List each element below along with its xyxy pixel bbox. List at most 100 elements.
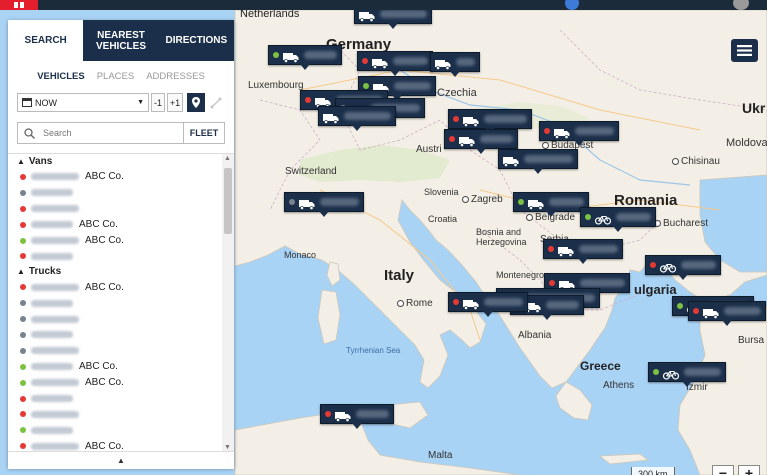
redacted-plate (31, 331, 73, 339)
status-dot (20, 347, 26, 354)
vehicle-marker[interactable] (320, 404, 394, 429)
vehicle-marker[interactable] (357, 51, 433, 76)
status-dot (549, 280, 555, 286)
status-dot (20, 253, 26, 260)
vehicle-row[interactable]: ABC Co. (8, 169, 234, 185)
vehicle-marker[interactable] (318, 106, 396, 131)
vehicle-row[interactable] (8, 391, 234, 407)
user-status-icon[interactable] (565, 0, 579, 10)
label-bulgaria: ulgaria (634, 282, 677, 297)
tab-nearest-vehicles[interactable]: NEAREST VEHICLES (83, 20, 158, 61)
status-dot (453, 299, 459, 305)
vehicle-row[interactable]: ABC Co. (8, 359, 234, 375)
vehicle-marker[interactable] (580, 207, 656, 232)
vehicle-marker[interactable] (498, 149, 578, 174)
subtab-vehicles[interactable]: VEHICLES (37, 71, 85, 82)
vehicle-company: ABC Co. (85, 171, 124, 183)
truck-icon (323, 111, 339, 124)
status-dot (653, 369, 659, 375)
vehicle-row[interactable] (8, 311, 234, 327)
time-minus-button[interactable]: -1 (151, 93, 165, 112)
redacted-plate (546, 301, 579, 309)
status-dot (544, 128, 550, 134)
label-switzerland: Switzerland (285, 166, 337, 177)
vehicle-list[interactable]: ▲ Vans ABC Co. ABC Co. ABC Co. ▲ Trucks ABC Co.… (8, 153, 234, 452)
label-austria: Austri (416, 144, 442, 155)
tab-directions[interactable]: DIRECTIONS (159, 20, 234, 61)
redacted-plate (484, 298, 523, 306)
truck-icon (463, 114, 479, 127)
tab-search[interactable]: SEARCH (8, 20, 84, 61)
vehicle-marker[interactable] (645, 255, 721, 280)
vehicle-row[interactable] (8, 248, 234, 264)
chevron-down-icon: ▼ (137, 99, 144, 106)
group-header[interactable]: ▲ Vans (8, 154, 234, 169)
truck-icon (315, 95, 331, 108)
bicycle-icon (659, 260, 677, 273)
vehicle-row[interactable] (8, 327, 234, 343)
route-button[interactable] (207, 93, 225, 112)
redacted-plate (31, 189, 73, 197)
time-plus-button[interactable]: +1 (167, 93, 183, 112)
vehicle-row[interactable] (8, 406, 234, 422)
vehicle-marker[interactable] (284, 192, 364, 217)
layers-button[interactable] (731, 39, 758, 62)
panel-tabs: SEARCH NEAREST VEHICLES DIRECTIONS (8, 20, 234, 61)
vehicle-marker[interactable] (448, 292, 528, 317)
collapse-triangle-icon: ▲ (17, 157, 25, 166)
group-name: Trucks (28, 266, 62, 278)
redacted-plate (31, 205, 79, 213)
vehicle-row[interactable] (8, 201, 234, 217)
label-moldova: Moldova (726, 137, 767, 149)
vehicle-row[interactable] (8, 343, 234, 359)
app-logo[interactable] (0, 0, 38, 10)
vehicle-row[interactable]: ABC Co. (8, 233, 234, 249)
label-netherlands: Netherlands (240, 10, 300, 20)
map-pin-icon (192, 96, 200, 108)
vehicle-row[interactable] (8, 422, 234, 438)
scrollbar-thumb[interactable] (224, 168, 232, 234)
scroll-down-icon[interactable]: ▼ (224, 444, 231, 451)
label-bosnia: Bosnia and Herzegovina (476, 227, 527, 247)
subtab-addresses[interactable]: ADDRESSES (146, 71, 205, 82)
time-select[interactable]: NOW ▼ (17, 93, 149, 112)
vehicle-marker[interactable] (513, 192, 589, 217)
collapse-panel-button[interactable]: ▲ (8, 451, 234, 469)
status-dot (363, 83, 369, 89)
group-header[interactable]: ▲ Trucks (8, 264, 234, 279)
vehicle-row[interactable]: ABC Co. (8, 375, 234, 391)
vehicle-marker[interactable] (539, 121, 619, 146)
vehicle-row[interactable]: ABC Co. (8, 217, 234, 233)
vehicle-marker[interactable] (444, 129, 518, 154)
locate-pin-button[interactable] (187, 93, 205, 112)
vehicle-marker[interactable] (430, 52, 480, 77)
vehicle-row[interactable] (8, 185, 234, 201)
vehicle-row[interactable] (8, 295, 234, 311)
zoom-out-button[interactable]: − (712, 465, 734, 475)
subtab-places[interactable]: PLACES (97, 71, 135, 82)
vehicle-row[interactable]: ABC Co. (8, 279, 234, 295)
label-bucharest: Bucharest (654, 218, 708, 229)
avatar[interactable] (733, 0, 749, 10)
zoom-in-button[interactable]: + (738, 465, 760, 475)
redacted-plate (524, 155, 573, 163)
list-scrollbar[interactable]: ▲ ▼ (222, 154, 234, 452)
search-box (17, 122, 184, 144)
truck-icon (559, 278, 575, 291)
vehicle-marker[interactable] (448, 109, 532, 134)
status-dot (453, 116, 459, 122)
fleet-button[interactable]: FLEET (184, 122, 225, 144)
label-slovenia: Slovenia (424, 187, 459, 197)
vehicle-marker[interactable] (648, 362, 726, 387)
vehicle-marker[interactable] (268, 45, 342, 70)
status-dot (20, 411, 26, 418)
vehicle-marker[interactable] (688, 301, 766, 326)
scroll-up-icon[interactable]: ▲ (224, 155, 231, 162)
vehicle-marker[interactable] (543, 239, 623, 264)
vehicle-marker[interactable] (354, 10, 432, 29)
status-dot (693, 308, 699, 314)
redacted-plate (344, 112, 391, 120)
search-input[interactable] (41, 127, 165, 139)
vehicle-row[interactable]: ABC Co. (8, 438, 234, 452)
status-dot (677, 303, 683, 309)
